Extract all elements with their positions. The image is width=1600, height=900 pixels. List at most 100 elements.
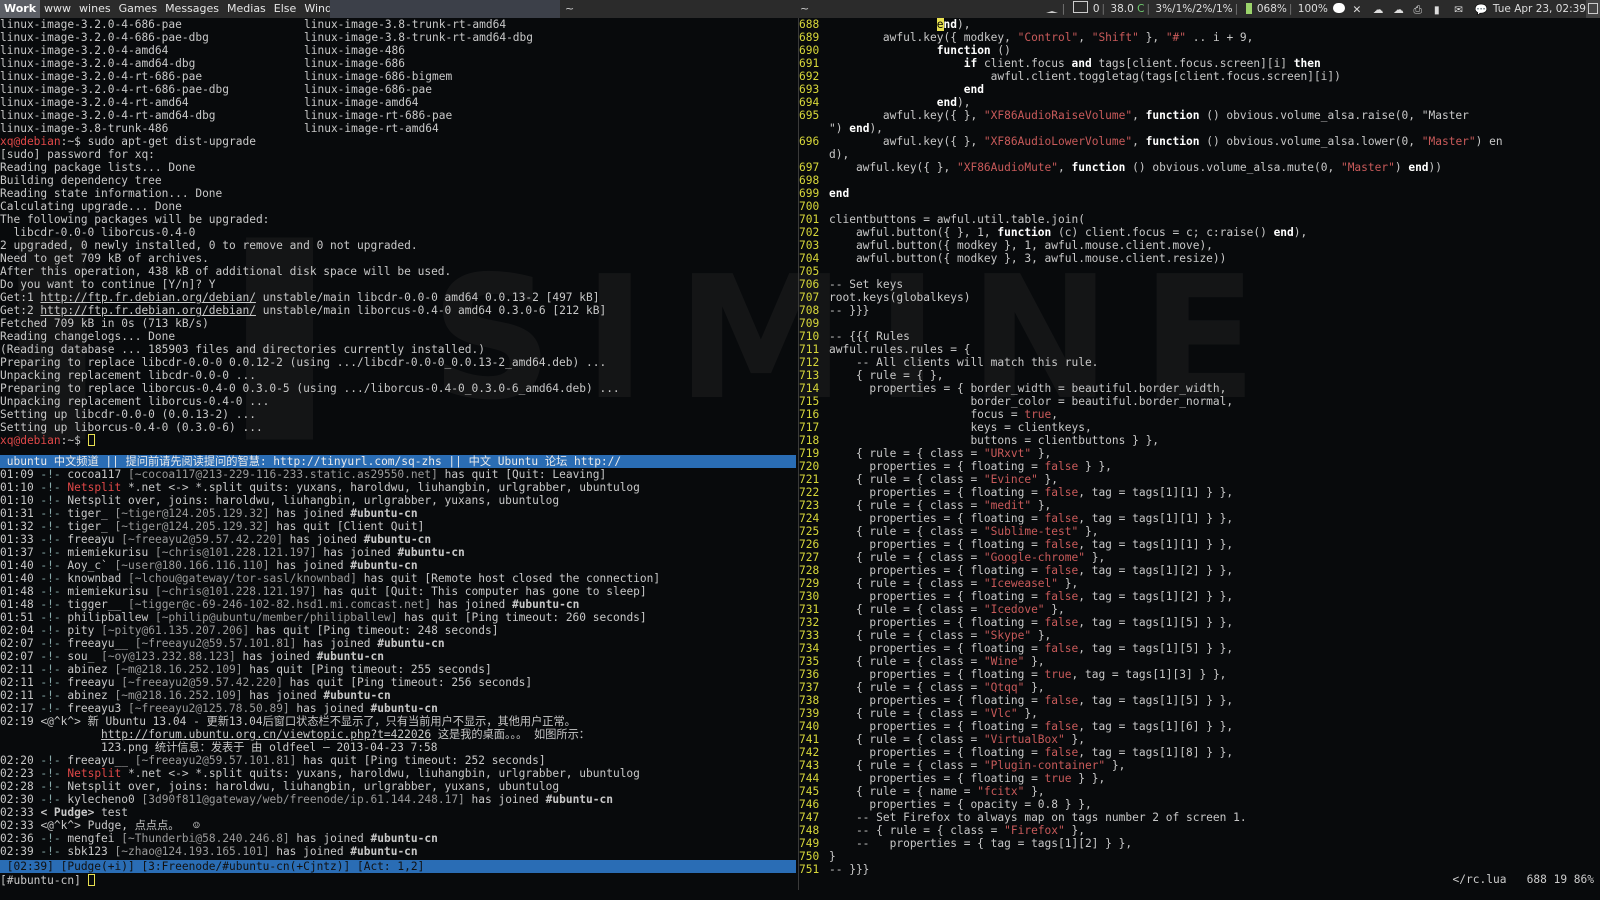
user-host: [~chris@101.228.121.197] xyxy=(154,546,317,559)
mirror-link[interactable]: http://ftp.fr.debian.org/debian/ xyxy=(40,291,256,304)
tag-0[interactable]: Work xyxy=(0,0,41,18)
line-number: 698 xyxy=(799,174,820,187)
channel-name[interactable]: #ubuntu-cn xyxy=(350,507,417,520)
nick[interactable]: freeayu3 xyxy=(67,702,121,715)
output-line: Preparing to replace liborcus-0.4-0 0.3.… xyxy=(0,382,620,395)
nick[interactable]: philipballew xyxy=(67,611,148,624)
channel-name[interactable]: #ubuntu-cn xyxy=(546,793,613,806)
dropbox-icon[interactable]: ✕ xyxy=(1353,1,1366,16)
nick[interactable]: Netsplit xyxy=(67,767,121,780)
nick[interactable]: freeayu__ xyxy=(67,637,128,650)
nick[interactable]: kylecheno0 xyxy=(67,793,134,806)
weather-icon[interactable]: ☁ xyxy=(1373,1,1386,16)
nick[interactable]: pity xyxy=(67,624,94,637)
nick[interactable]: tiger_ xyxy=(67,507,107,520)
network-icon[interactable] xyxy=(1333,3,1346,13)
shell-prompt-line[interactable]: xq@debian:~$ xyxy=(0,434,796,447)
taskbar-client-active[interactable] xyxy=(330,0,560,18)
event-text: *.net <-> *.split quits: yuxans, haroldw… xyxy=(121,481,640,494)
channel-name[interactable]: #ubuntu-cn xyxy=(512,598,579,611)
code-editor[interactable]: 688 end), 689 awful.key({ modkey, "Contro… xyxy=(798,18,1600,890)
channel-name[interactable]: #ubuntu-cn xyxy=(323,689,390,702)
mirror-link[interactable]: http://ftp.fr.debian.org/debian/ xyxy=(40,304,256,317)
wifi-signal-icon[interactable]: ▮ xyxy=(1434,1,1447,16)
forum-link[interactable]: http://forum.ubuntu.org.cn/viewtopic.php… xyxy=(101,728,431,741)
chat-icon[interactable]: 💬 xyxy=(1475,1,1488,16)
code-line: 722 properties = { floating = false, tag… xyxy=(799,486,1600,499)
tag-5[interactable]: Medias xyxy=(223,0,270,18)
weather-icon-2[interactable]: ☁ xyxy=(1393,1,1406,16)
channel-name[interactable]: #ubuntu-cn xyxy=(317,650,384,663)
tag-1[interactable]: www xyxy=(40,0,75,18)
nick[interactable]: Netsplit xyxy=(67,481,121,494)
mail-notify-icon[interactable]: ✉ xyxy=(1454,1,1467,16)
event-text: has joined xyxy=(431,598,512,611)
line-number: 692 xyxy=(799,70,820,83)
message-text: 这是我的桌面。。。 如图所示： xyxy=(431,728,590,741)
package-row: linux-image-3.2.0-4-amd64-dbg linux-image… xyxy=(0,57,796,70)
nick[interactable]: freeayu xyxy=(67,676,114,689)
nick[interactable]: freeayu xyxy=(67,533,114,546)
nick[interactable]: abinez xyxy=(67,663,107,676)
nick[interactable]: tigger__ xyxy=(67,598,121,611)
code-line: 720 properties = { floating = false } }, xyxy=(799,460,1600,473)
layout-icon[interactable] xyxy=(1586,0,1600,18)
code-text: awful.rules.rules = { xyxy=(829,343,971,356)
nick[interactable]: miemiekurisu xyxy=(67,546,148,559)
nick[interactable]: Aoy_c` xyxy=(67,559,107,572)
eject-icon[interactable] xyxy=(1045,5,1058,13)
nick[interactable]: freeayu__ xyxy=(67,754,128,767)
terminal-apt[interactable]: linux-image-3.2.0-4-686-pae linux-image-3… xyxy=(0,18,796,455)
irc-input[interactable]: [#ubuntu-cn] xyxy=(0,874,95,887)
channel-name[interactable]: #ubuntu-cn xyxy=(350,845,417,858)
event-marker: -!- xyxy=(33,507,68,520)
timestamp: 02:04 xyxy=(0,624,34,637)
printer-icon[interactable]: ⎙ xyxy=(1414,1,1427,16)
package-row: linux-image-3.2.0-4-686-pae linux-image-3… xyxy=(0,18,796,31)
output-line: Building dependency tree xyxy=(0,174,162,187)
irc-client[interactable]: ubuntu 中文频道 || 提问前请先阅读提问的智慧: http://tiny… xyxy=(0,455,796,888)
tag-3[interactable]: Games xyxy=(115,0,161,18)
line-number: 730 xyxy=(799,590,820,603)
line-number: 690 xyxy=(799,44,820,57)
nick[interactable]: cocoa117 xyxy=(67,468,121,481)
channel-name[interactable]: #ubuntu-cn xyxy=(364,533,431,546)
nick[interactable]: abinez xyxy=(67,689,107,702)
nick[interactable]: sou_ xyxy=(67,650,94,663)
nick[interactable]: knownbad xyxy=(67,572,121,585)
tag-2[interactable]: wines xyxy=(75,0,115,18)
message-text: 新 Ubuntu 13.04 - 更新13.04后窗口状态栏不显示了，只有当前用… xyxy=(80,715,576,728)
mail-icon[interactable] xyxy=(1072,1,1088,13)
event-marker: -!- xyxy=(33,832,68,845)
channel-name[interactable]: #ubuntu-cn xyxy=(371,832,438,845)
code-line: 719 { rule = { class = "URxvt" }, xyxy=(799,447,1600,460)
nick[interactable]: mengfei xyxy=(67,832,114,845)
code-line: 699 end xyxy=(799,187,1600,200)
nick[interactable]: tiger_ xyxy=(67,520,107,533)
event-marker: -!- xyxy=(33,520,68,533)
tag-4[interactable]: Messages xyxy=(161,0,223,18)
irc-event-line: 01:09 -!- cocoa117 [~cocoa117@213-229-11… xyxy=(0,468,796,481)
channel-name[interactable]: #ubuntu-cn xyxy=(377,637,444,650)
taskbar-client[interactable]: ~ xyxy=(565,0,574,18)
timestamp: 01:48 xyxy=(0,598,34,611)
line-number: 700 xyxy=(799,200,820,213)
clock[interactable]: Tue Apr 23, 02:39 xyxy=(1493,3,1586,15)
package-name: linux-image-3.2.0-4-rt-amd64-dbg xyxy=(0,109,216,122)
code-text: { rule = { class = "Plugin-container" }, xyxy=(829,759,1126,772)
channel-name[interactable]: #ubuntu-cn xyxy=(350,559,417,572)
irc-event-line: 02:11 -!- freeayu [~freeayu2@59.57.42.22… xyxy=(0,676,796,689)
code-text: { rule = { name = "fcitx" }, xyxy=(829,785,1045,798)
channel-name[interactable]: #ubuntu-cn xyxy=(397,546,464,559)
tag-6[interactable]: Else xyxy=(270,0,301,18)
event-text: has joined xyxy=(269,845,351,858)
mail-count: 0 xyxy=(1092,3,1100,15)
timestamp: 01:10 xyxy=(0,494,34,507)
code-line: 721 { rule = { class = "Evince" }, xyxy=(799,473,1600,486)
nick[interactable]: miemiekurisu xyxy=(67,585,148,598)
code-text: if client.focus and tags[client.focus.sc… xyxy=(963,57,1321,70)
message-line: 123.png 统计信息：发表于 由 oldfeel — 2013-04-23 … xyxy=(0,741,796,754)
taskbar-client[interactable]: ~ xyxy=(800,0,809,18)
nick[interactable]: sbk123 xyxy=(67,845,107,858)
channel-name[interactable]: #ubuntu-cn xyxy=(371,702,438,715)
